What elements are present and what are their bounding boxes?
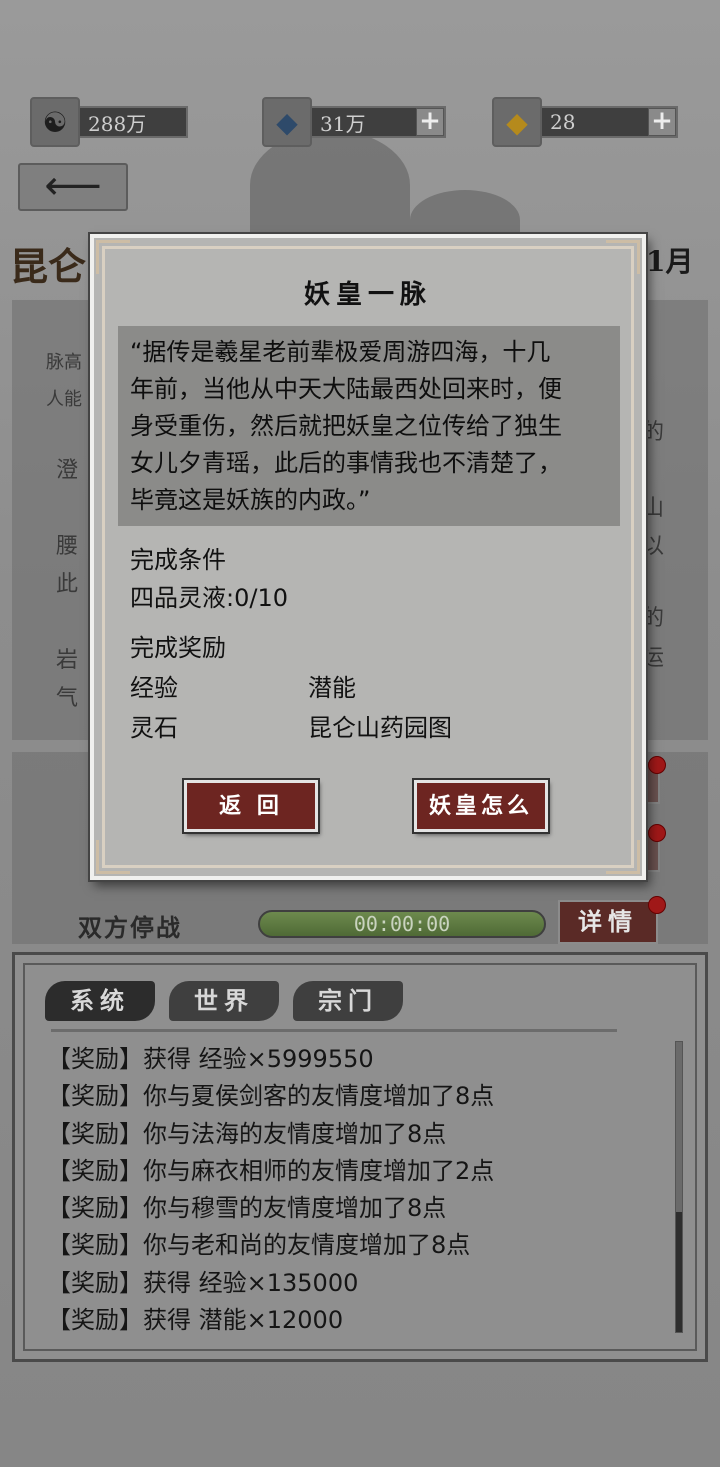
tab-world[interactable]: 世界 <box>169 981 279 1021</box>
quote-line: 毕竟这是妖族的内政。” <box>130 486 371 514</box>
chat-message: 【奖励】获得 潜能×12000 <box>47 1306 344 1335</box>
currency-crystal[interactable]: ◆ 31万 + <box>262 96 446 148</box>
yin-yang-icon: ☯ <box>30 97 80 147</box>
stop-war-label: 双方停战 <box>78 913 182 942</box>
chat-message: 【奖励】你与夏侯剑客的友情度增加了8点 <box>47 1082 495 1111</box>
quote-line: 年前，当他从中天大陆最西处回来时，便 <box>130 375 562 403</box>
quote-box: “据传是羲星老前辈极爱周游四海，十几 年前，当他从中天大陆最西处回来时，便 身受… <box>118 326 620 526</box>
quote-line: 女儿夕青瑶，此后的事情我也不清楚了， <box>130 449 562 477</box>
bg-text-line: 气 <box>56 686 79 711</box>
bg-text-line: 脉高 <box>46 352 82 373</box>
bg-text-line: 澄 <box>56 458 79 483</box>
reward-label: 完成奖励 <box>130 634 226 662</box>
divider <box>51 1029 617 1032</box>
reward-item: 灵石 <box>130 714 178 742</box>
bg-text-line: 此 <box>56 572 79 597</box>
chat-message: 【奖励】你与法海的友情度增加了8点 <box>47 1119 447 1148</box>
bg-text-line: 岩 <box>56 648 79 673</box>
scroll-thumb[interactable] <box>676 1212 682 1332</box>
bg-text-line: 腰 <box>56 534 79 559</box>
return-button[interactable]: 返 回 <box>184 780 318 832</box>
stop-war-timer: 00:00:00 <box>258 910 546 938</box>
corner-ornament <box>96 840 130 874</box>
quote-line: 身受重伤，然后就把妖皇之位传给了独生 <box>130 412 562 440</box>
chat-scrollbar[interactable] <box>675 1041 683 1333</box>
month-label: 1月 <box>646 245 694 278</box>
location-title: 昆仑 <box>10 244 87 289</box>
reward-item: 经验 <box>130 674 178 702</box>
gem-plus-button[interactable]: + <box>648 108 676 136</box>
quest-dialog: 妖皇一脉 “据传是羲星老前辈极爱周游四海，十几 年前，当他从中天大陆最西处回来时… <box>90 234 646 880</box>
stop-war-detail-button[interactable]: 详情 <box>558 900 658 944</box>
dialog-title: 妖皇一脉 <box>303 280 432 310</box>
chat-panel: 系统 世界 宗门 【奖励】获得 经验×5999550 【奖励】你与夏侯剑客的友情… <box>12 952 708 1362</box>
corner-ornament <box>606 840 640 874</box>
crystal-plus-button[interactable]: + <box>416 108 444 136</box>
chat-tabs: 系统 世界 宗门 <box>45 981 403 1021</box>
back-arrow-button[interactable]: ⟵ <box>18 163 128 211</box>
chat-log[interactable]: 【奖励】获得 经验×5999550 【奖励】你与夏侯剑客的友情度增加了8点 【奖… <box>47 1041 667 1339</box>
chat-message: 【奖励】你与麻衣相师的友情度增加了2点 <box>47 1156 495 1185</box>
currency-coins[interactable]: ☯ 288万 <box>30 96 188 148</box>
tab-system[interactable]: 系统 <box>45 981 155 1021</box>
notification-dot <box>648 756 666 774</box>
gold-gem-icon: ◆ <box>492 97 542 147</box>
chat-message: 【奖励】获得 经验×5999550 <box>47 1045 374 1073</box>
coins-value: 288万 <box>88 111 147 136</box>
currency-gem[interactable]: ◆ 28 + <box>492 96 678 148</box>
corner-ornament <box>606 240 640 274</box>
condition-value: 四品灵液:0/10 <box>130 584 288 612</box>
chat-message: 【奖励】你与穆雪的友情度增加了8点 <box>47 1194 447 1223</box>
notification-dot <box>648 896 666 914</box>
notification-dot <box>648 824 666 842</box>
ask-yao-emperor-button[interactable]: 妖皇怎么 <box>414 780 548 832</box>
quote-line: “据传是羲星老前辈极爱周游四海，十几 <box>130 338 551 366</box>
chat-message: 【奖励】获得 经验×135000 <box>47 1268 359 1297</box>
crystal-value: 31万 <box>320 111 366 136</box>
corner-ornament <box>96 240 130 274</box>
tab-sect[interactable]: 宗门 <box>293 981 403 1021</box>
reward-item: 潜能 <box>308 674 356 702</box>
crystal-icon: ◆ <box>262 97 312 147</box>
bg-text-line: 人能 <box>46 389 82 410</box>
chat-message: 【奖励】你与老和尚的友情度增加了8点 <box>47 1231 471 1260</box>
gem-value: 28 <box>550 110 576 134</box>
condition-label: 完成条件 <box>130 546 226 574</box>
arrow-left-icon: ⟵ <box>44 163 102 209</box>
reward-item: 昆仑山药园图 <box>308 714 452 742</box>
